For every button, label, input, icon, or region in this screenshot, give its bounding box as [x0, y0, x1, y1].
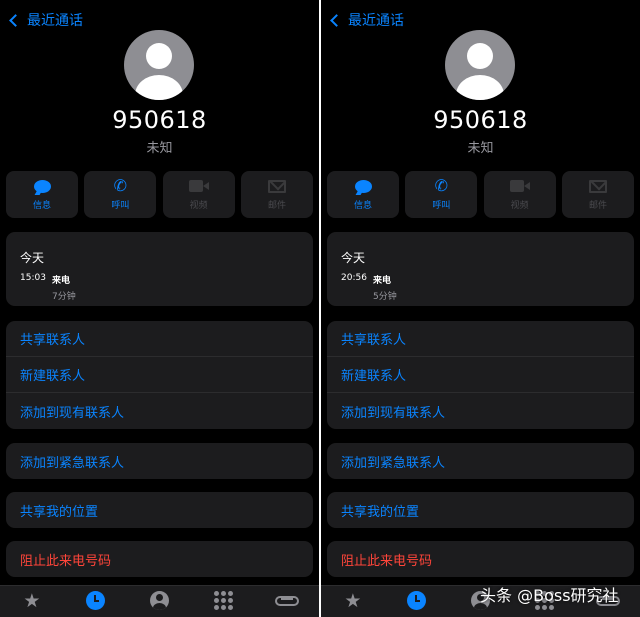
message-button[interactable]: 信息	[327, 171, 399, 218]
avatar	[124, 30, 194, 100]
call-button[interactable]: ✆ 呼叫	[84, 171, 157, 218]
new-contact-row[interactable]: 新建联系人	[6, 357, 313, 393]
caller-number: 950618	[112, 106, 207, 134]
tab-voicemail[interactable]	[267, 591, 307, 615]
call-log-type: 来电	[52, 276, 71, 286]
caller-subtitle: 未知	[467, 141, 494, 156]
new-contact-row[interactable]: 新建联系人	[327, 357, 634, 393]
block-caller-row[interactable]: 阻止此来电号码	[327, 541, 634, 577]
chevron-left-icon	[9, 13, 22, 27]
video-button: 视频	[162, 171, 235, 218]
share-contact-row[interactable]: 共享联系人	[6, 321, 313, 357]
phone-screen-right: 最近通话 950618 未知 信息 ✆ 呼叫 视频 邮件 今天 20:56 来电…	[321, 0, 640, 617]
block-caller-row[interactable]: 阻止此来电号码	[6, 541, 313, 577]
location-group: 共享我的位置	[6, 492, 313, 528]
back-label: 最近通话	[27, 13, 83, 29]
video-button: 视频	[483, 171, 556, 218]
call-log-duration: 5分钟	[373, 292, 397, 302]
location-group: 共享我的位置	[327, 492, 634, 528]
message-icon	[354, 179, 372, 193]
add-existing-contact-row[interactable]: 添加到现有联系人	[327, 393, 634, 429]
phone-icon: ✆	[113, 176, 128, 195]
mail-icon	[588, 179, 607, 193]
mail-button: 邮件	[561, 171, 634, 218]
caller-number: 950618	[433, 106, 528, 134]
contact-actions-group: 共享联系人 新建联系人 添加到现有联系人	[6, 321, 313, 429]
video-label: 视频	[510, 201, 529, 211]
star-icon: ★	[23, 590, 41, 612]
contact-actions-group: 共享联系人 新建联系人 添加到现有联系人	[327, 321, 634, 429]
back-label: 最近通话	[348, 13, 404, 29]
message-label: 信息	[353, 201, 372, 211]
tab-recents[interactable]	[76, 591, 116, 615]
phone-icon: ✆	[434, 176, 449, 195]
tab-keypad[interactable]	[203, 591, 243, 615]
call-log-duration: 7分钟	[52, 292, 76, 302]
clock-icon	[407, 591, 427, 610]
tab-contacts[interactable]	[139, 591, 179, 615]
phone-screen-left: 最近通话 950618 未知 信息 ✆ 呼叫 视频 邮件 今天 15:03 来电…	[0, 0, 319, 617]
call-log-time: 20:56	[341, 273, 367, 283]
call-button[interactable]: ✆ 呼叫	[405, 171, 478, 218]
mail-button: 邮件	[240, 171, 313, 218]
call-log-day: 今天	[20, 251, 45, 265]
add-emergency-contact-row[interactable]: 添加到紧急联系人	[327, 443, 634, 479]
share-location-row[interactable]: 共享我的位置	[6, 492, 313, 528]
call-label: 呼叫	[432, 201, 451, 211]
person-icon	[149, 591, 169, 610]
call-log-type: 来电	[373, 276, 392, 286]
message-icon	[33, 179, 51, 193]
action-buttons: 信息 ✆ 呼叫 视频 邮件	[327, 171, 634, 218]
action-buttons: 信息 ✆ 呼叫 视频 邮件	[6, 171, 313, 218]
call-log-day: 今天	[341, 251, 366, 265]
tab-favorites[interactable]: ★	[12, 591, 52, 615]
keypad-icon	[213, 591, 233, 610]
tab-favorites[interactable]: ★	[333, 591, 373, 615]
call-log-card: 今天 15:03 来电 7分钟	[6, 232, 313, 306]
share-location-row[interactable]: 共享我的位置	[327, 492, 634, 528]
tab-recents[interactable]	[397, 591, 437, 615]
mail-label: 邮件	[267, 201, 286, 211]
back-button[interactable]: 最近通话	[329, 10, 404, 30]
voicemail-icon	[275, 596, 300, 606]
video-icon	[509, 180, 530, 192]
block-group: 阻止此来电号码	[327, 541, 634, 577]
share-contact-row[interactable]: 共享联系人	[327, 321, 634, 357]
caller-subtitle: 未知	[146, 141, 173, 156]
mail-label: 邮件	[588, 201, 607, 211]
block-group: 阻止此来电号码	[6, 541, 313, 577]
call-label: 呼叫	[111, 201, 130, 211]
video-label: 视频	[189, 201, 208, 211]
add-emergency-contact-row[interactable]: 添加到紧急联系人	[6, 443, 313, 479]
clock-icon	[86, 591, 106, 610]
message-label: 信息	[32, 201, 51, 211]
emergency-group: 添加到紧急联系人	[327, 443, 634, 479]
avatar	[445, 30, 515, 100]
add-existing-contact-row[interactable]: 添加到现有联系人	[6, 393, 313, 429]
message-button[interactable]: 信息	[6, 171, 78, 218]
chevron-left-icon	[330, 13, 343, 27]
mail-icon	[267, 179, 286, 193]
tab-bar: ★	[0, 585, 319, 617]
call-log-card: 今天 20:56 来电 5分钟	[327, 232, 634, 306]
watermark: 头条 @Boss研究社	[480, 586, 619, 605]
emergency-group: 添加到紧急联系人	[6, 443, 313, 479]
star-icon: ★	[344, 590, 362, 612]
video-icon	[188, 180, 209, 192]
back-button[interactable]: 最近通话	[8, 10, 83, 30]
call-log-time: 15:03	[20, 273, 46, 283]
